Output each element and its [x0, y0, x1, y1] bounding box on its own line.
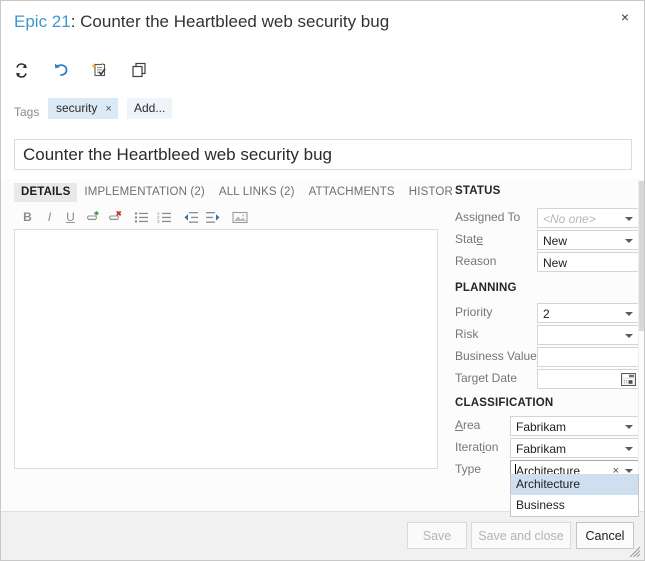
iteration-label: Iteration — [455, 440, 499, 454]
chevron-down-icon[interactable] — [625, 469, 633, 473]
type-label: Type — [455, 462, 482, 476]
state-label: State — [455, 232, 484, 246]
iteration-select[interactable]: Fabrikam — [510, 438, 639, 458]
assigned-to-select[interactable]: <No one> — [537, 208, 639, 228]
page-title: Epic 21: Counter the Heartbleed web secu… — [14, 12, 389, 32]
rich-text-toolbar: B I U 1 2 3 — [14, 207, 438, 229]
description-editor[interactable] — [14, 229, 438, 469]
underline-icon[interactable]: U — [61, 207, 80, 227]
tags-row: Tags security × Add... — [1, 92, 644, 134]
close-icon[interactable]: × — [614, 7, 636, 27]
calendar-icon[interactable] — [621, 372, 636, 387]
scrollbar-thumb[interactable] — [639, 181, 644, 331]
work-item-title-input[interactable] — [14, 139, 632, 170]
decrease-indent-icon[interactable] — [181, 207, 200, 227]
insert-image-icon[interactable] — [230, 207, 249, 227]
tags-label: Tags — [14, 105, 40, 119]
status-group-label: STATUS — [455, 185, 501, 197]
priority-value: 2 — [543, 307, 550, 321]
title-separator: : — [70, 12, 81, 31]
work-item-id-link[interactable]: Epic 21 — [14, 12, 71, 31]
tag-chip-security[interactable]: security × — [48, 98, 118, 119]
resize-grip-icon[interactable] — [628, 545, 641, 558]
bold-icon[interactable]: B — [18, 207, 37, 227]
business-value-label: Business Value — [455, 349, 537, 363]
tab-bar: DETAILS IMPLEMENTATION (2) ALL LINKS (2) AT… — [14, 183, 468, 202]
refresh-icon[interactable] — [7, 57, 35, 83]
tab-attachments[interactable]: ATTACHMENTS — [302, 183, 402, 202]
risk-select[interactable] — [537, 325, 639, 345]
classification-group-label: CLASSIFICATION — [455, 397, 554, 409]
tab-details[interactable]: DETAILS — [14, 183, 78, 202]
tag-chip-label: security — [56, 101, 98, 115]
business-value-input[interactable] — [537, 347, 639, 367]
cancel-button[interactable]: Cancel — [576, 522, 634, 549]
planning-group-label: PLANNING — [455, 282, 517, 294]
add-tag-button[interactable]: Add... — [127, 98, 173, 119]
italic-icon[interactable]: I — [40, 207, 59, 227]
area-select[interactable]: Fabrikam — [510, 416, 639, 436]
undo-icon[interactable] — [47, 57, 75, 83]
target-date-label: Target Date — [455, 371, 518, 385]
state-select[interactable]: New — [537, 230, 639, 250]
increase-indent-icon[interactable] — [203, 207, 222, 227]
dropdown-option-business[interactable]: Business — [511, 495, 638, 516]
chevron-down-icon[interactable] — [625, 447, 633, 451]
assigned-to-label: Assigned To — [455, 210, 521, 224]
area-value: Fabrikam — [516, 420, 567, 434]
tab-implementation[interactable]: IMPLEMENTATION (2) — [77, 183, 211, 202]
iteration-value: Fabrikam — [516, 442, 567, 456]
bullet-list-icon[interactable] — [132, 207, 151, 227]
type-dropdown-list[interactable]: Architecture Business — [510, 474, 639, 517]
assigned-to-value: <No one> — [543, 212, 596, 226]
chevron-down-icon[interactable] — [625, 217, 633, 221]
priority-select[interactable]: 2 — [537, 303, 639, 323]
work-item-title-heading: Counter the Heartbleed web security bug — [80, 12, 390, 31]
target-date-input[interactable] — [537, 369, 639, 389]
dialog-titlebar: Epic 21: Counter the Heartbleed web secu… — [1, 1, 644, 49]
numbered-list-icon[interactable]: 1 2 3 — [155, 207, 174, 227]
chevron-down-icon[interactable] — [625, 239, 633, 243]
reason-value: New — [543, 256, 568, 270]
area-label: Area — [455, 418, 481, 432]
risk-label: Risk — [455, 327, 479, 341]
save-button[interactable]: Save — [407, 522, 467, 549]
save-and-close-button[interactable]: Save and close — [471, 522, 571, 549]
description-text — [15, 230, 437, 238]
chevron-down-icon[interactable] — [625, 312, 633, 316]
tag-remove-icon[interactable]: × — [105, 99, 111, 120]
fields-scrollbar[interactable] — [638, 179, 644, 511]
chevron-down-icon[interactable] — [625, 334, 633, 338]
reason-input[interactable]: New — [537, 252, 639, 272]
chevron-down-icon[interactable] — [625, 425, 633, 429]
fields-panel: STATUS Assigned To <No one> State New Re… — [453, 179, 639, 517]
dialog-footer: Save Save and close Cancel — [1, 511, 644, 560]
revert-icon[interactable] — [85, 57, 113, 83]
work-item-dialog: Epic 21: Counter the Heartbleed web secu… — [0, 0, 645, 561]
add-link-icon[interactable] — [84, 207, 103, 227]
priority-label: Priority — [455, 305, 493, 319]
svg-text:3: 3 — [157, 219, 160, 224]
dialog-toolbar — [1, 48, 644, 93]
tab-all-links[interactable]: ALL LINKS (2) — [212, 183, 302, 202]
remove-link-icon[interactable] — [106, 207, 125, 227]
reason-label: Reason — [455, 254, 497, 268]
state-value: New — [543, 234, 568, 248]
copy-icon[interactable] — [125, 57, 153, 83]
dropdown-option-architecture[interactable]: Architecture — [511, 474, 638, 495]
